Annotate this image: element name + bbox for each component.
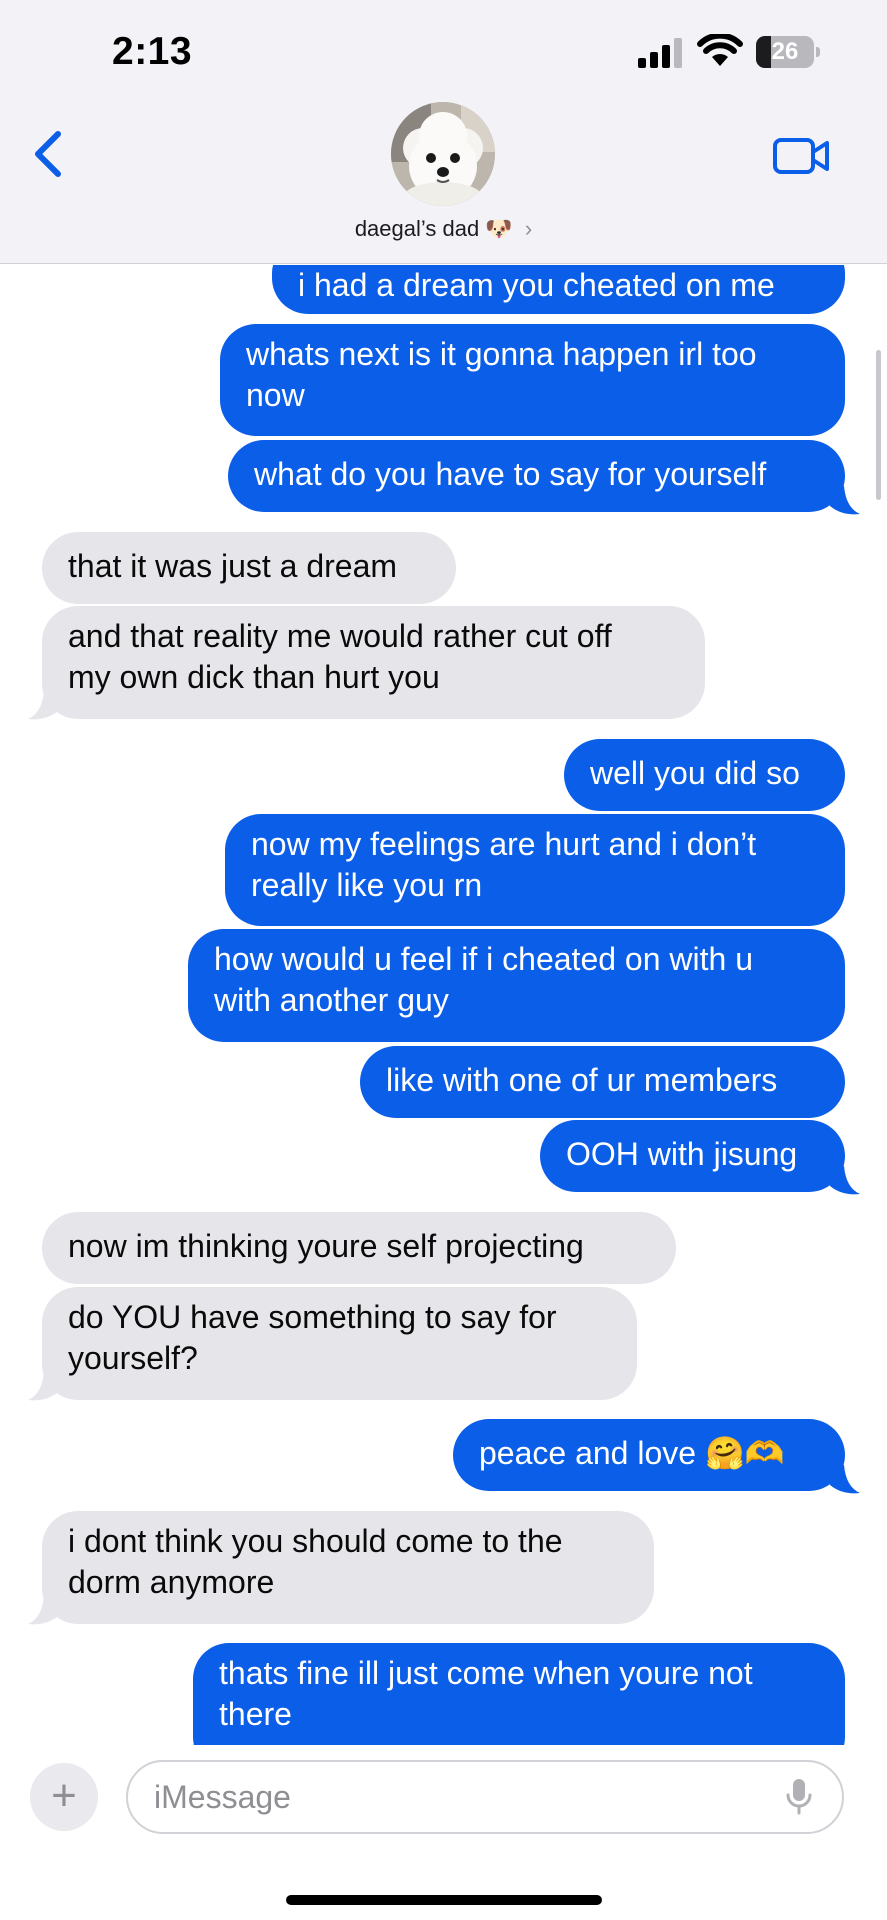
message-bubble-received[interactable]: now im thinking youre self projecting	[42, 1212, 676, 1284]
status-bar: 2:13 26	[0, 0, 887, 100]
chevron-right-icon: ›	[524, 216, 533, 241]
contact-name: daegal’s dad	[354, 216, 480, 241]
message-bubble-received[interactable]: do YOU have something to say for yoursel…	[42, 1287, 637, 1400]
bubble-tail	[830, 486, 860, 515]
message-bubble-sent[interactable]: how would u feel if i cheated on with u …	[188, 929, 845, 1042]
bubble-tail	[28, 691, 58, 720]
battery-level: 26	[771, 38, 799, 65]
bubble-tail	[830, 1465, 860, 1494]
bubble-tail	[28, 1596, 58, 1625]
contact-avatar[interactable]	[391, 102, 495, 206]
message-bubble-sent[interactable]: thats fine ill just come when youre not …	[193, 1643, 845, 1745]
bubble-tail	[28, 1372, 58, 1401]
message-thread[interactable]: i had a dream you cheated on me whats ne…	[0, 265, 887, 1745]
conversation-header: daegal’s dad 🐶 ›	[0, 100, 887, 264]
contact-name-button[interactable]: daegal’s dad 🐶 ›	[0, 216, 887, 242]
message-bubble-received[interactable]: and that reality me would rather cut off…	[42, 606, 705, 719]
battery-icon: 26	[756, 36, 820, 68]
dog-emoji: 🐶	[485, 216, 513, 241]
scroll-indicator[interactable]	[876, 350, 881, 500]
bubble-tail	[830, 1166, 860, 1195]
message-bubble-sent[interactable]: what do you have to say for yourself	[228, 440, 845, 512]
message-bubble-received[interactable]: i dont think you should come to the dorm…	[42, 1511, 654, 1624]
composer-bar: +	[0, 1745, 887, 1920]
message-bubble-sent[interactable]: now my feelings are hurt and i don’t rea…	[225, 814, 845, 926]
message-bubble-sent[interactable]: like with one of ur members	[360, 1046, 845, 1118]
signal-bars-icon	[638, 38, 682, 68]
back-chevron-icon[interactable]	[28, 126, 68, 182]
message-bubble-sent[interactable]: whats next is it gonna happen irl too no…	[220, 324, 845, 436]
message-bubble-sent[interactable]: well you did so	[564, 739, 845, 811]
add-attachment-button[interactable]: +	[30, 1763, 98, 1831]
message-bubble-sent[interactable]: peace and love 🤗🫶	[453, 1419, 845, 1491]
message-bubble-sent[interactable]: i had a dream you cheated on me	[272, 265, 845, 314]
microphone-icon[interactable]	[786, 1777, 812, 1817]
wifi-icon	[697, 34, 743, 66]
plus-icon: +	[51, 1771, 77, 1820]
message-bubble-received[interactable]: that it was just a dream	[42, 532, 456, 604]
home-indicator[interactable]	[286, 1895, 602, 1905]
status-time: 2:13	[112, 30, 193, 73]
video-camera-icon[interactable]	[772, 136, 830, 176]
dog-photo	[391, 102, 495, 206]
message-bubble-sent[interactable]: OOH with jisung	[540, 1120, 845, 1192]
imessage-input[interactable]	[126, 1760, 844, 1834]
